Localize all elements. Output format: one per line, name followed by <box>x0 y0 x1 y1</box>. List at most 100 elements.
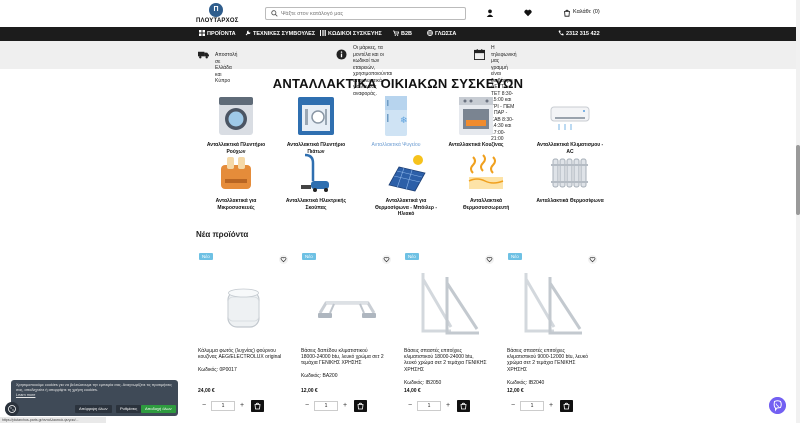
nav-item-device-codes[interactable]: ΚΩΔΙΚΟΙ ΣΥΣΚΕΥΗΣ <box>320 27 382 41</box>
quantity-stepper: − 1 + <box>302 400 350 412</box>
qty-input[interactable]: 1 <box>211 401 235 411</box>
add-to-cart-button[interactable] <box>251 400 264 412</box>
add-to-cart-button[interactable] <box>457 400 470 412</box>
product-code: Κωδικός: BA200 <box>301 373 338 379</box>
search-input[interactable] <box>281 9 461 19</box>
add-to-cart-button[interactable] <box>354 400 367 412</box>
toaster-icon <box>221 157 251 189</box>
search-box[interactable] <box>265 7 466 20</box>
qty-plus-button[interactable]: + <box>546 400 556 412</box>
reject-all-button[interactable]: Απόρριψη όλων <box>75 405 112 413</box>
truck-icon <box>198 51 209 59</box>
scrollbar-thumb[interactable] <box>796 145 800 215</box>
accept-all-button[interactable]: Αποδοχή όλων <box>141 405 176 413</box>
category-label: Ανταλλακτικά Ψυγείου <box>371 142 421 148</box>
new-products-title: Νέα προϊόντα <box>196 230 249 239</box>
heat-waves-icon <box>468 154 504 189</box>
qty-minus-button[interactable]: − <box>405 400 415 412</box>
qty-input[interactable]: 1 <box>314 401 338 411</box>
new-badge: Νέο <box>508 253 522 260</box>
nav-item-language[interactable]: ΓΛΩΣΣΑ <box>427 27 456 41</box>
barcode-icon <box>320 30 326 36</box>
wishlist-heart-icon[interactable] <box>382 255 391 264</box>
product-title[interactable]: Βάσεις σπαστές επιτοίχιες κλιματιστικού 1… <box>404 348 497 373</box>
product-card[interactable]: Νέο Βάσεις δαπέδου κλιματιστικού 18000-24… <box>299 251 394 416</box>
product-image[interactable] <box>407 267 492 342</box>
product-price: 12,00 € <box>301 388 318 394</box>
notice-line: Οι μάρκες, τα μοντέλα και οι κωδικοί των <box>353 45 384 64</box>
phone-number[interactable]: 2312 315 422 <box>558 27 600 41</box>
nav-item-products[interactable]: ΠΡΟΪΟΝΤΑ <box>199 27 236 41</box>
category-radiator[interactable]: Ανταλλακτικά Θερμοσίφωνα <box>532 151 608 205</box>
product-image[interactable] <box>201 267 286 342</box>
new-badge: Νέο <box>302 253 316 260</box>
cart-icon[interactable] <box>563 9 571 17</box>
nav-item-b2b[interactable]: B2B <box>393 27 412 41</box>
globe-icon <box>427 30 433 36</box>
add-to-cart-button[interactable] <box>560 400 573 412</box>
product-title[interactable]: Βάσεις σπαστές επιτοίχιες κλιματιστικού 9… <box>507 348 600 373</box>
nav-item-tech-advice[interactable]: ΤΕΧΝΙΚΕΣ ΣΥΜΒΟΥΛΕΣ <box>245 27 315 41</box>
page-scrollbar[interactable] <box>796 0 800 423</box>
category-small-appliances[interactable]: Ανταλλακτικά για Μικροσυσκευές <box>198 151 274 211</box>
qty-plus-button[interactable]: + <box>237 400 247 412</box>
washing-machine-icon <box>219 97 253 135</box>
search-icon[interactable] <box>271 10 278 17</box>
wishlist-heart-icon[interactable] <box>279 255 288 264</box>
svg-text:❄: ❄ <box>400 116 408 126</box>
qty-plus-button[interactable]: + <box>340 400 350 412</box>
category-oven[interactable]: Ανταλλακτικά Κουζίνας <box>438 95 514 149</box>
solar-panel-icon <box>388 155 426 192</box>
cart-label[interactable]: Καλάθι: (0) <box>573 9 600 15</box>
product-image[interactable] <box>304 267 389 342</box>
phone-label: 2312 315 422 <box>566 31 600 37</box>
category-label: Ανταλλακτικά Θερμοσίφωνα <box>536 198 604 204</box>
vacuum-icon <box>301 153 329 192</box>
grid-icon <box>199 30 205 36</box>
section-title: ΑΝΤΑΛΛΑΚΤΙΚΑ ΟΙΚΙΑΚΩΝ ΣΥΣΚΕΥΩΝ <box>272 76 524 91</box>
product-title[interactable]: Κάλυμμα φωτός (λυχνίας) φούρνου κουζίνας … <box>198 348 291 360</box>
category-label: Ανταλλακτικά για Θερμοσίφωνα - Μπόιλερ -Η… <box>374 198 438 217</box>
qty-input[interactable]: 1 <box>417 401 441 411</box>
category-washing-machine[interactable]: Ανταλλακτικά Πλυντήριο Ρούχων <box>198 95 274 155</box>
main-nav: ΠΡΟΪΟΝΤΑ ΤΕΧΝΙΚΕΣ ΣΥΜΒΟΥΛΕΣ ΚΩΔΙΚΟΙ ΣΥΣΚ… <box>0 27 796 41</box>
qty-minus-button[interactable]: − <box>302 400 312 412</box>
learn-more-link[interactable]: Learn more <box>16 393 174 398</box>
product-title[interactable]: Βάσεις δαπέδου κλιματιστικού 18000-24000 … <box>301 348 394 367</box>
quantity-stepper: − 1 + <box>199 400 247 412</box>
info-bar: Αποστολή σε Ελλάδα και Κύπρο Οι μάρκες, … <box>0 41 796 142</box>
qty-input[interactable]: 1 <box>520 401 544 411</box>
wishlist-heart-icon[interactable] <box>485 255 494 264</box>
category-dishwasher[interactable]: Ανταλλακτικά Πλυντήριο Πιάτων <box>278 95 354 155</box>
calendar-icon <box>474 49 485 60</box>
wrench-icon <box>245 30 251 36</box>
product-card[interactable]: Νέο Βάσεις σπαστές επιτοίχιες κλιματιστικ… <box>402 251 497 416</box>
category-storage-heater[interactable]: Ανταλλακτικά Θερμοσυσσωρευτή <box>448 151 524 211</box>
logo[interactable]: Π ΠΛΟΥΤΑΡΧΟΣ <box>196 3 239 27</box>
fridge-icon: ❄ <box>385 96 408 136</box>
logo-name: ΠΛΟΥΤΑΡΧΟΣ <box>196 18 239 24</box>
qty-minus-button[interactable]: − <box>508 400 518 412</box>
product-card[interactable]: Νέο Κάλυμμα φωτός (λυχνίας) φούρνου κουζί… <box>196 251 291 416</box>
user-icon[interactable] <box>486 9 494 17</box>
cookie-text: Χρησιμοποιούμε cookies για να βελτιώσουμ… <box>16 383 174 397</box>
wishlist-heart-icon[interactable] <box>588 255 597 264</box>
category-water-heater-solar[interactable]: Ανταλλακτικά για Θερμοσίφωνα - Μπόιλερ -Η… <box>368 151 444 218</box>
phone-icon <box>558 30 564 36</box>
heart-icon[interactable] <box>524 9 532 17</box>
qty-plus-button[interactable]: + <box>443 400 453 412</box>
viber-icon[interactable] <box>769 397 786 414</box>
category-vacuum[interactable]: Ανταλλακτικά Ηλεκτρικής Σκούπας <box>278 151 354 211</box>
product-code: Κωδικός: 0P0017 <box>198 367 237 373</box>
cart-icon <box>393 30 399 36</box>
category-fridge[interactable]: ❄ Ανταλλακτικά Ψυγείου <box>358 95 434 149</box>
oven-icon <box>459 97 493 135</box>
cookie-settings-button[interactable]: Ρυθμίσεις <box>116 405 142 413</box>
qty-minus-button[interactable]: − <box>199 400 209 412</box>
category-air-conditioner[interactable]: Ανταλλακτικά Κλιματισμου - AC <box>532 95 608 155</box>
new-badge: Νέο <box>405 253 419 260</box>
air-conditioner-icon <box>550 106 590 130</box>
cookie-icon[interactable] <box>5 402 19 416</box>
product-image[interactable] <box>510 267 595 342</box>
product-card[interactable]: Νέο Βάσεις σπαστές επιτοίχιες κλιματιστικ… <box>505 251 600 416</box>
